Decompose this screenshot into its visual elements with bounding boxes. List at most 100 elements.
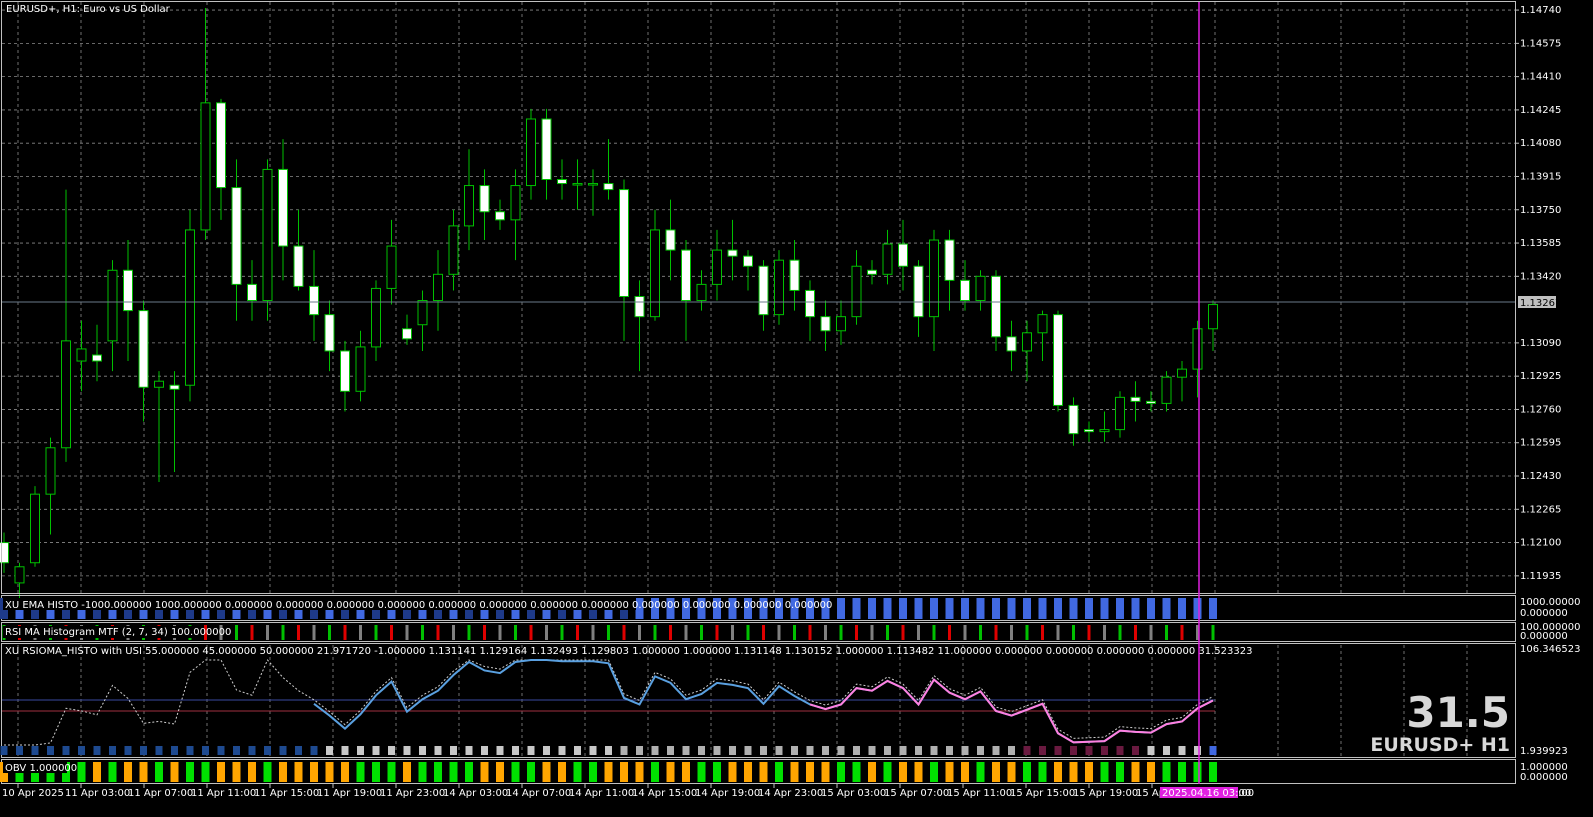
- obv-bar: [713, 762, 721, 782]
- rsi-bar: [266, 625, 269, 640]
- price-label: 1.13750: [1520, 205, 1561, 216]
- time-label: 15 Apr 15:00: [1010, 788, 1075, 799]
- ema-bar: [945, 598, 954, 619]
- rsioma-square: [217, 746, 225, 755]
- rsi-bar: [669, 625, 672, 640]
- obv-bar: [1069, 762, 1078, 782]
- rsi-bar: [436, 625, 440, 640]
- rsioma-square: [682, 746, 690, 755]
- time-label: 14 Apr 15:00: [632, 788, 697, 799]
- chart-title: EURUSD+, H1: Euro vs US Dollar: [6, 4, 171, 15]
- rsioma-square: [186, 746, 194, 755]
- rsi-bar: [390, 625, 393, 640]
- price-label: 1.14245: [1520, 105, 1561, 116]
- time-label: 11 Apr 19:00: [317, 788, 382, 799]
- candle-body: [526, 118, 536, 187]
- obv-bar: [899, 762, 907, 782]
- ema-bar: [852, 598, 861, 619]
- obv-bar: [976, 762, 985, 782]
- obv-bar: [1023, 762, 1031, 782]
- rsioma-square: [62, 746, 70, 755]
- rsi-bar: [1010, 625, 1013, 640]
- obv-bar: [511, 762, 520, 782]
- obv-bar: [1085, 762, 1093, 782]
- time-label: 15 Apr 07:00: [884, 788, 949, 799]
- candle-body: [681, 249, 691, 302]
- rsi-bar: [932, 625, 936, 640]
- candle-body: [355, 346, 366, 392]
- rsioma-square: [372, 746, 380, 755]
- obv-bar: [248, 762, 256, 782]
- obv-bar: [604, 762, 613, 782]
- candle-body: [417, 300, 428, 326]
- candle-body: [867, 269, 877, 275]
- rsioma-square: [341, 746, 349, 755]
- obv-bar: [1038, 762, 1047, 782]
- trading-terminal: EURUSD+, H1: Euro vs US Dollar 1.14740 1.…: [0, 0, 1593, 817]
- rsioma-square: [806, 746, 814, 755]
- rsi-bar: [250, 625, 254, 640]
- candle-body: [929, 239, 939, 318]
- rsioma-square: [729, 746, 736, 755]
- obv-bar: [790, 762, 799, 782]
- ema-bar: [1007, 598, 1016, 619]
- rsioma-square: [930, 746, 938, 755]
- obv-bar: [1209, 762, 1217, 782]
- candle-body: [960, 279, 970, 302]
- candle-body: [1192, 328, 1203, 370]
- obv-bar: [1178, 762, 1186, 782]
- rsi-bar: [374, 625, 378, 640]
- rsi-bar: [994, 625, 998, 640]
- rsioma-square: [791, 746, 798, 755]
- rsioma-square: [992, 746, 1000, 755]
- symbol-watermark: EURUSD+ H1: [1370, 734, 1510, 756]
- candle-body: [882, 243, 893, 275]
- rsi-bar: [684, 625, 688, 640]
- rsioma-square: [279, 746, 287, 755]
- candle-body: [464, 185, 474, 227]
- ema-bar: [1069, 598, 1078, 619]
- obv-bar: [1007, 762, 1016, 782]
- obv-bar: [480, 762, 489, 782]
- obv-bar: [821, 762, 830, 782]
- price-label: 1.11935: [1520, 571, 1561, 582]
- price-label: 1.12595: [1520, 438, 1561, 449]
- candle-body: [386, 245, 397, 289]
- rsi-bar: [855, 625, 858, 640]
- time-label: 11 Apr 15:00: [254, 788, 319, 799]
- rsi-bar: [467, 625, 471, 640]
- candle-body: [200, 102, 211, 231]
- rsioma-square: [884, 746, 891, 755]
- obv-bar: [914, 762, 923, 782]
- candle-body: [1115, 396, 1125, 431]
- candle-body: [572, 183, 583, 186]
- ema-bar: [1038, 598, 1047, 619]
- price-label: 1.13585: [1520, 238, 1561, 249]
- candle-body: [991, 275, 1001, 338]
- rsioma-square: [1023, 746, 1031, 755]
- obv-bar: [589, 762, 597, 782]
- rsi-bar: [560, 625, 564, 640]
- candle-body: [154, 380, 164, 388]
- rsi-bar: [731, 625, 734, 640]
- candle-body: [309, 285, 319, 316]
- rsi-bar: [328, 625, 331, 640]
- rsi-bar: [1056, 625, 1060, 640]
- rsioma-square: [326, 746, 333, 755]
- candle-body: [712, 249, 722, 285]
- candle-body: [402, 328, 412, 340]
- candle-body: [1161, 376, 1172, 404]
- candle-body: [107, 269, 118, 342]
- rsi-bar: [1025, 625, 1029, 640]
- rsioma-square: [357, 746, 364, 755]
- ema-bar: [899, 598, 907, 619]
- rsioma-square: [620, 746, 628, 755]
- rsi-bar: [281, 625, 285, 640]
- rsioma-square: [496, 746, 504, 755]
- rsi-bar: [638, 625, 641, 640]
- rsi-bar: [545, 625, 548, 640]
- rsi-bar: [452, 625, 455, 640]
- rsioma-square: [481, 746, 488, 755]
- candle-body: [1146, 400, 1156, 404]
- obv-bar: [868, 762, 876, 782]
